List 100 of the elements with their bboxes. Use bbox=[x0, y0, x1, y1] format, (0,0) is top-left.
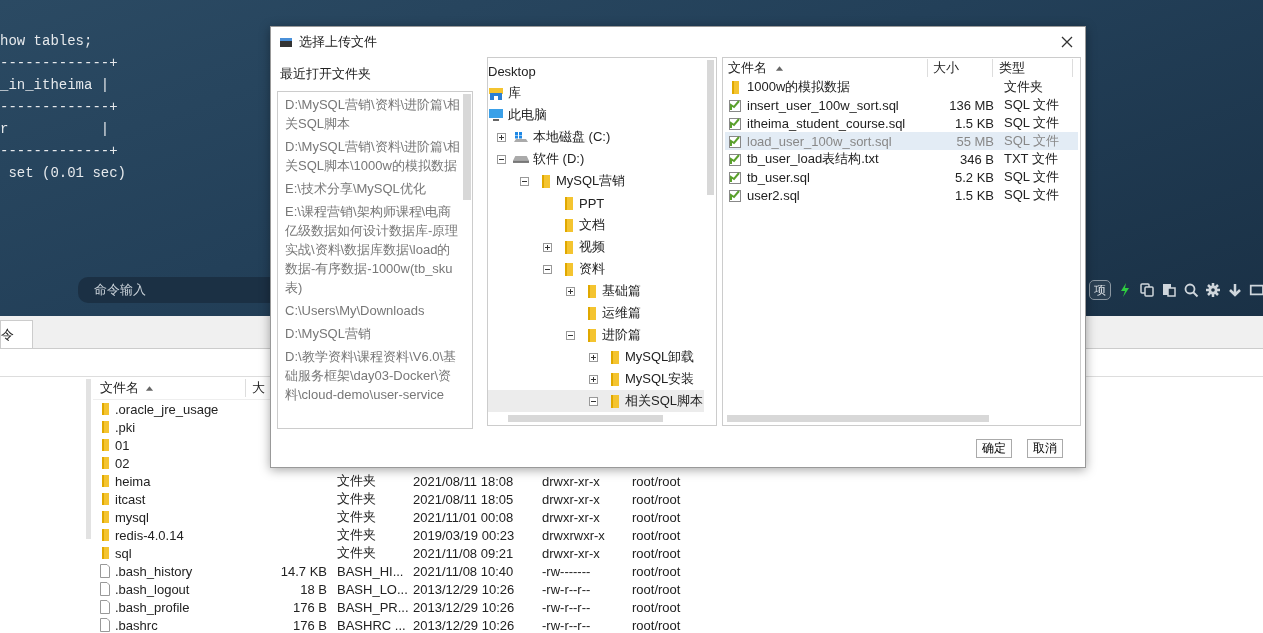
script-file-icon bbox=[728, 169, 742, 185]
expand-icon[interactable] bbox=[497, 132, 506, 142]
recent-folder[interactable]: D:\教学资料\课程资料\V6.0\基础服务框架\day03-Docker\资料\cloud-demo\user-service bbox=[285, 347, 463, 404]
search-icon[interactable] bbox=[1183, 282, 1199, 298]
tree-item[interactable]: 相关SQL脚本 bbox=[488, 390, 704, 412]
tree-item[interactable]: MySQL营销 bbox=[488, 170, 704, 192]
sort-arrow-icon bbox=[145, 385, 154, 391]
tree-item[interactable]: 基础篇 bbox=[488, 280, 704, 302]
file-permissions: -rw-r--r-- bbox=[542, 581, 591, 597]
recent-folder[interactable]: D:\MySQL营销\资料\进阶篇\相关SQL脚本\1000w的模拟数据 bbox=[285, 137, 463, 175]
file-row[interactable]: insert_user_100w_sort.sql 136 MB SQL 文件 bbox=[725, 96, 1078, 114]
recent-folder[interactable]: D:\MySQL营销 bbox=[285, 324, 463, 343]
folder-icon bbox=[99, 437, 111, 453]
modified-date: 2021/11/01 00:08 bbox=[413, 509, 514, 525]
recent-folder[interactable]: C:\Users\My\Downloads bbox=[285, 301, 463, 320]
file-owner: root/root bbox=[632, 563, 681, 579]
file-name[interactable]: itcast bbox=[115, 491, 146, 507]
tree-item[interactable]: 文档 bbox=[488, 214, 704, 236]
script-file-icon bbox=[728, 151, 742, 167]
file-name[interactable]: .oracle_jre_usage bbox=[115, 401, 219, 417]
column-header[interactable]: 大 bbox=[246, 379, 265, 397]
window-icon[interactable] bbox=[1249, 282, 1263, 298]
paste-icon[interactable] bbox=[1161, 282, 1177, 298]
file-name[interactable]: .pki bbox=[115, 419, 136, 435]
recent-folder[interactable]: E:\技术分享\MySQL优化 bbox=[285, 179, 463, 198]
close-icon[interactable] bbox=[1061, 36, 1073, 48]
folder-icon bbox=[99, 545, 111, 561]
file-type: 文件夹 bbox=[337, 473, 376, 488]
file-name[interactable]: mysql bbox=[115, 509, 149, 525]
tree-item[interactable]: 运维篇 bbox=[488, 302, 704, 324]
scrollbar-thumb[interactable] bbox=[707, 60, 714, 195]
recent-folders-label: 最近打开文件夹 bbox=[280, 65, 372, 83]
column-header[interactable]: 文件名 bbox=[723, 59, 928, 77]
tree-item[interactable]: Desktop bbox=[488, 60, 704, 82]
scrollbar[interactable] bbox=[86, 379, 91, 539]
tree-item[interactable]: 软件 (D:) bbox=[488, 148, 704, 170]
tree-item[interactable]: 资料 bbox=[488, 258, 704, 280]
confirm-button[interactable]: 确定 bbox=[976, 439, 1012, 458]
file-name[interactable]: .bash_history bbox=[115, 563, 193, 579]
file-name[interactable]: .bash_logout bbox=[115, 581, 190, 597]
file-row[interactable]: user2.sql 1.5 KB SQL 文件 bbox=[725, 186, 1078, 204]
folder-icon bbox=[99, 401, 111, 417]
tree-item[interactable]: 此电脑 bbox=[488, 104, 704, 126]
file-row[interactable]: itheima_student_course.sql 1.5 KB SQL 文件 bbox=[725, 114, 1078, 132]
copy-icon[interactable] bbox=[1139, 282, 1155, 298]
file-permissions: -rw------- bbox=[542, 563, 591, 579]
collapse-icon[interactable] bbox=[520, 176, 529, 186]
file-name[interactable]: heima bbox=[115, 473, 151, 489]
file-row[interactable]: tb_user.sql 5.2 KB SQL 文件 bbox=[725, 168, 1078, 186]
file-owner: root/root bbox=[632, 527, 681, 543]
tree-item[interactable]: 进阶篇 bbox=[488, 324, 704, 346]
tree-item[interactable]: 库 bbox=[488, 82, 704, 104]
expand-icon[interactable] bbox=[543, 242, 552, 252]
file-owner: root/root bbox=[632, 473, 681, 489]
file-name[interactable]: .bashrc bbox=[115, 617, 158, 633]
download-arrow-icon[interactable] bbox=[1227, 282, 1243, 298]
collapse-icon[interactable] bbox=[497, 154, 506, 164]
tree-item[interactable]: MySQL卸载 bbox=[488, 346, 704, 368]
column-header[interactable]: 文件名 bbox=[93, 379, 246, 397]
script-file-icon bbox=[728, 133, 742, 149]
file-name[interactable]: sql bbox=[115, 545, 132, 561]
scrollbar-thumb[interactable] bbox=[508, 415, 663, 422]
tab[interactable]: 令 bbox=[0, 320, 33, 348]
expand-icon[interactable] bbox=[589, 374, 598, 384]
collapse-icon[interactable] bbox=[543, 264, 552, 274]
expand-icon[interactable] bbox=[589, 352, 598, 362]
scrollbar-thumb[interactable] bbox=[463, 94, 471, 200]
tree-item[interactable]: MySQL安装 bbox=[488, 368, 704, 390]
file-name[interactable]: redis-4.0.14 bbox=[115, 527, 184, 543]
file-type: 文件夹 bbox=[337, 509, 376, 524]
file-row[interactable]: 1000w的模拟数据 文件夹 bbox=[725, 78, 1078, 96]
dialog-title: 选择上传文件 bbox=[299, 33, 378, 51]
terminal-line: r | bbox=[0, 120, 110, 139]
script-file-icon bbox=[728, 115, 742, 131]
folder-icon bbox=[99, 473, 111, 489]
tree-item[interactable]: PPT bbox=[488, 192, 704, 214]
tree-item[interactable]: 视频 bbox=[488, 236, 704, 258]
file-name[interactable]: 02 bbox=[115, 455, 130, 471]
collapse-icon[interactable] bbox=[566, 330, 575, 340]
file-name[interactable]: 01 bbox=[115, 437, 130, 453]
file-permissions: drwxr-xr-x bbox=[542, 491, 600, 507]
scrollbar-thumb[interactable] bbox=[727, 415, 989, 422]
file-size: 18 B bbox=[300, 581, 327, 597]
file-permissions: drwxrwxr-x bbox=[542, 527, 605, 543]
collapse-icon[interactable] bbox=[589, 396, 598, 406]
file-name[interactable]: .bash_profile bbox=[115, 599, 190, 615]
file-owner: root/root bbox=[632, 617, 681, 633]
terminal-line: -------------+ bbox=[0, 54, 118, 73]
recent-folder[interactable]: E:\课程营销\架构师课程\电商亿级数据如何设计数据库-原理实战\资料\数据库数据\load的数据-有序数据-1000w(tb_sku表) bbox=[285, 202, 463, 297]
column-header[interactable]: 大小 bbox=[928, 59, 993, 77]
file-row[interactable]: tb_user_load表结构.txt 346 B TXT 文件 bbox=[725, 150, 1078, 168]
cancel-button[interactable]: 取消 bbox=[1027, 439, 1063, 458]
file-type: BASHRC ... bbox=[337, 617, 406, 633]
expand-icon[interactable] bbox=[566, 286, 575, 296]
column-header[interactable]: 类型 bbox=[993, 59, 1073, 77]
option-button[interactable]: 项 bbox=[1089, 280, 1111, 300]
tree-item[interactable]: 本地磁盘 (C:) bbox=[488, 126, 704, 148]
file-type: BASH_HI... bbox=[337, 563, 404, 579]
settings-icon[interactable] bbox=[1205, 282, 1221, 298]
recent-folder[interactable]: D:\MySQL营销\资料\进阶篇\相关SQL脚本 bbox=[285, 95, 463, 133]
